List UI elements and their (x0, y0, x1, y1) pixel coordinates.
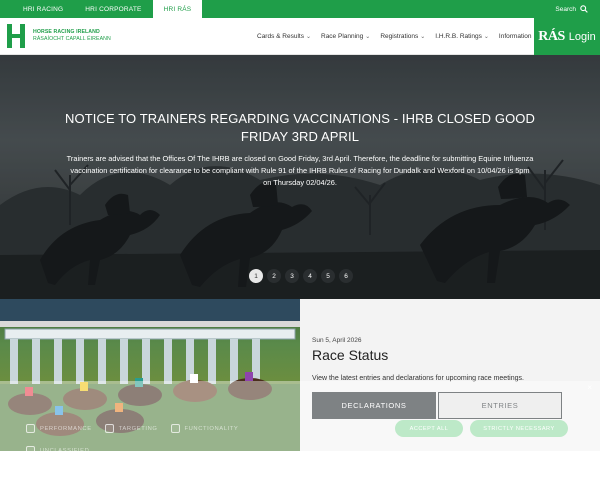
login-button[interactable]: RÁS Login (534, 18, 600, 55)
carousel-dot-4[interactable]: 4 (303, 269, 317, 283)
cookie-option-label: PERFORMANCE (40, 425, 92, 432)
carousel-pagination: 1 2 3 4 5 6 (249, 269, 353, 283)
logo-text: HORSE RACING IRELAND RÁSAÍOCHT CAPALL ÉI… (33, 29, 111, 43)
tab-hri-racing[interactable]: HRI RACING (12, 0, 74, 18)
cookie-option-unclassified[interactable]: UNCLASSIFIED (26, 446, 89, 455)
carousel-dot-5[interactable]: 5 (321, 269, 335, 283)
nav-label: Cards & Results (257, 32, 304, 40)
search-button[interactable]: Search (555, 0, 600, 18)
cookie-option-label: TARGETING (118, 425, 158, 432)
show-details-label: SHOW DETAILS (36, 464, 86, 470)
gear-icon (24, 463, 32, 471)
main-nav: Cards & Results ⌄ Race Planning ⌄ Regist… (252, 18, 543, 54)
nav-cards-results[interactable]: Cards & Results ⌄ (252, 33, 316, 40)
site-header: HORSE RACING IRELAND RÁSAÍOCHT CAPALL ÉI… (0, 18, 600, 55)
search-label: Search (555, 5, 576, 13)
cookie-option-targeting[interactable]: TARGETING (104, 424, 158, 433)
show-details-button[interactable]: SHOW DETAILS (24, 463, 85, 471)
carousel-dot-6[interactable]: 6 (339, 269, 353, 283)
chevron-down-icon: ⌄ (420, 33, 426, 40)
carousel-dot-1[interactable]: 1 (249, 269, 263, 283)
logo-line-2: RÁSAÍOCHT CAPALL ÉIREANN (33, 36, 111, 42)
nav-registrations[interactable]: Registrations ⌄ (375, 33, 430, 40)
hero-title[interactable]: NOTICE TO TRAINERS REGARDING VACCINATION… (60, 110, 540, 146)
search-icon (580, 5, 588, 13)
checkbox-functionality[interactable] (170, 424, 180, 433)
checkbox-unclassified[interactable] (26, 446, 35, 455)
logo-line-1: HORSE RACING IRELAND (33, 29, 100, 35)
hero-body: Trainers are advised that the Offices Of… (66, 154, 534, 187)
cookie-option-label: FUNCTIONALITY (184, 425, 239, 432)
cookie-option-label: UNCLASSIFIED (40, 447, 90, 454)
checkbox-targeting[interactable] (104, 424, 114, 433)
page: HRI RACING HRI CORPORATE HRI RÁS Search … (0, 0, 600, 480)
cookie-options: PERFORMANCE TARGETING FUNCTIONALITY (26, 424, 238, 433)
nav-ihrb-ratings[interactable]: I.H.R.B. Ratings ⌄ (430, 33, 494, 40)
ras-logo: RÁS (538, 28, 565, 44)
tab-hri-corporate[interactable]: HRI CORPORATE (74, 0, 152, 18)
hero-carousel: NOTICE TO TRAINERS REGARDING VACCINATION… (0, 55, 600, 299)
hri-logo-mark-icon (7, 24, 25, 48)
tab-hri-ras[interactable]: HRI RÁS (152, 0, 203, 18)
cookie-option-functionality[interactable]: FUNCTIONALITY (170, 424, 239, 433)
strictly-necessary-button[interactable]: STRICTLY NECESSARY (470, 420, 568, 437)
chevron-down-icon: ⌄ (305, 33, 311, 40)
close-icon[interactable]: × (587, 383, 592, 392)
nav-label: Information (498, 32, 532, 40)
hri-logo[interactable]: HORSE RACING IRELAND RÁSAÍOCHT CAPALL ÉI… (6, 22, 111, 50)
login-label: Login (568, 30, 596, 43)
nav-label: Race Planning (321, 32, 364, 40)
chevron-down-icon: ⌄ (365, 33, 371, 40)
cookie-consent-banner: × PERFORMANCE TARGETING FUNCTIONALITY UN… (0, 381, 600, 480)
cookie-option-performance[interactable]: PERFORMANCE (26, 424, 92, 433)
accept-all-button[interactable]: ACCEPT ALL (395, 420, 463, 437)
race-status-title: Race Status (312, 347, 389, 363)
carousel-dot-3[interactable]: 3 (285, 269, 299, 283)
chevron-down-icon: ⌄ (483, 33, 489, 40)
race-status-date: Sun 5, April 2026 (312, 337, 362, 344)
top-bar: HRI RACING HRI CORPORATE HRI RÁS Search (0, 0, 600, 18)
nav-label: Registrations (380, 32, 419, 40)
checkbox-performance[interactable] (26, 424, 35, 433)
nav-label: I.H.R.B. Ratings (435, 32, 482, 40)
carousel-dot-2[interactable]: 2 (267, 269, 281, 283)
nav-race-planning[interactable]: Race Planning ⌄ (316, 33, 375, 40)
